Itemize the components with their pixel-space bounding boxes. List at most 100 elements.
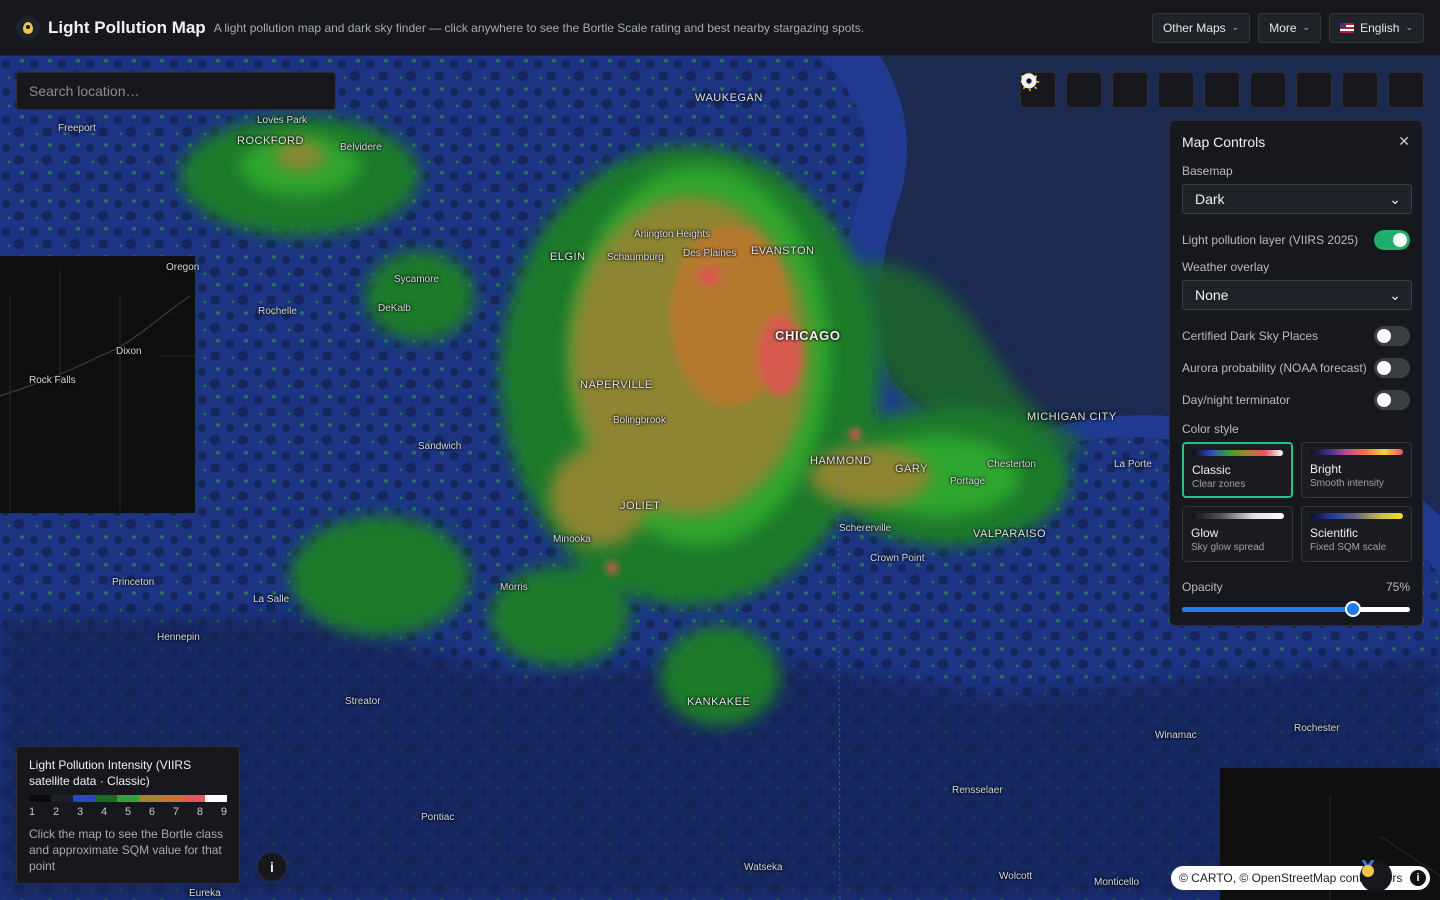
place-label: Monticello — [1094, 877, 1140, 888]
basemap-label: Basemap — [1182, 164, 1233, 178]
place-label: Oregon — [166, 262, 200, 273]
legend-swatch — [139, 795, 161, 802]
place-label: VALPARAISO — [973, 528, 1047, 540]
legend-number: 9 — [220, 806, 227, 818]
place-label: Bolingbrook — [613, 415, 666, 426]
legend-number: 2 — [52, 806, 60, 818]
legend-panel: Light Pollution Intensity (VIIRS satelli… — [16, 746, 240, 884]
place-label: ELGIN — [550, 251, 586, 263]
place-label: Morris — [500, 582, 528, 593]
place-label: Dixon — [116, 346, 142, 357]
color-style-label: Color style — [1182, 422, 1239, 436]
place-label: Arlington Heights — [634, 229, 711, 240]
place-label: Rock Falls — [29, 375, 76, 386]
chevron-down-icon: ⌄ — [1389, 190, 1401, 207]
slider-thumb[interactable] — [1345, 601, 1361, 617]
legend-number: 5 — [124, 806, 132, 818]
map-controls-panel: Map Controls ✕ Basemap Dark ⌄ Light pollu… — [1169, 120, 1423, 626]
legend-swatch — [73, 795, 95, 802]
close-icon[interactable]: ✕ — [1398, 133, 1410, 150]
place-label: Watseka — [744, 862, 783, 873]
sun-icon[interactable] — [1020, 72, 1286, 108]
place-label: La Salle — [253, 594, 290, 605]
map-toolbar — [1020, 72, 1424, 108]
legend-swatch — [29, 795, 51, 802]
search-input[interactable] — [16, 72, 336, 110]
legend-swatch — [95, 795, 117, 802]
terminator-label: Day/night terminator — [1182, 393, 1291, 407]
camera-icon[interactable] — [1022, 72, 1378, 108]
contrast-icon[interactable] — [1021, 72, 1148, 108]
clock-icon[interactable] — [1021, 72, 1332, 108]
map-canvas[interactable]: WAUKEGAN Loves Park ROCKFORD Belvidere Freep… — [0, 56, 1440, 900]
waves-icon[interactable] — [1020, 72, 1102, 108]
place-label: Streator — [345, 696, 381, 707]
app-subtitle: A light pollution map and dark sky finde… — [213, 20, 865, 35]
place-label: Hennepin — [157, 632, 200, 643]
place-label: MICHIGAN CITY — [1027, 411, 1117, 423]
place-label: ROCKFORD — [237, 135, 304, 147]
terminator-toggle[interactable] — [1374, 390, 1410, 410]
place-label: HAMMOND — [810, 455, 872, 467]
place-label: Minooka — [553, 534, 591, 545]
legend-swatch — [183, 795, 205, 802]
legend-swatch — [51, 795, 73, 802]
gradient-swatch — [1310, 449, 1403, 455]
style-card-classic[interactable]: Classic Clear zones — [1182, 442, 1293, 498]
place-label: NAPERVILLE — [580, 379, 653, 391]
legend-number: 7 — [172, 806, 180, 818]
other-maps-button[interactable]: Other Maps ⌄ — [1151, 12, 1251, 43]
place-label: Rochester — [1294, 723, 1340, 734]
style-card-bright[interactable]: Bright Smooth intensity — [1301, 442, 1412, 498]
legend-title: Light Pollution Intensity (VIIRS satelli… — [29, 758, 192, 788]
weather-select[interactable]: None ⌄ — [1182, 280, 1412, 310]
legend-swatch — [205, 795, 227, 802]
style-card-glow[interactable]: Glow Sky glow spread — [1182, 506, 1293, 562]
opacity-value: 75% — [1385, 580, 1410, 594]
place-label: Schererville — [839, 523, 892, 534]
place-label: Rochelle — [258, 306, 297, 317]
app-header: Light Pollution Map A light pollution ma… — [0, 0, 1440, 56]
color-style-grid: Classic Clear zones Bright Smooth intens… — [1182, 442, 1412, 562]
moon-icon[interactable] — [1026, 72, 1240, 108]
place-label: DeKalb — [378, 303, 411, 314]
more-button[interactable]: More ⌄ — [1258, 12, 1322, 43]
opacity-slider[interactable] — [1182, 601, 1410, 617]
gear-icon[interactable] — [1021, 72, 1424, 108]
header-nav: Other Maps ⌄ More ⌄ English ⌄ — [1151, 12, 1424, 43]
medal-icon[interactable] — [1360, 860, 1392, 892]
language-button[interactable]: English ⌄ — [1329, 12, 1424, 43]
aurora-toggle[interactable] — [1374, 358, 1410, 378]
light-layer-label: Light pollution layer (VIIRS 2025) — [1182, 233, 1359, 247]
legend-number: 6 — [148, 806, 156, 818]
info-button[interactable]: i — [257, 852, 287, 882]
chevron-down-icon: ⌄ — [1405, 22, 1413, 32]
telescope-icon[interactable] — [1022, 72, 1194, 108]
basemap-select[interactable]: Dark ⌄ — [1182, 184, 1412, 214]
style-card-scientific[interactable]: Scientific Fixed SQM scale — [1301, 506, 1412, 562]
place-label: EVANSTON — [751, 245, 815, 257]
map-pin-logo-icon — [16, 15, 40, 40]
dark-sky-toggle[interactable] — [1374, 326, 1410, 346]
chevron-down-icon: ⌄ — [1231, 22, 1240, 32]
gradient-swatch — [1191, 513, 1284, 519]
info-icon[interactable]: i — [1410, 870, 1426, 886]
gradient-swatch — [1310, 513, 1403, 519]
chevron-down-icon: ⌄ — [1389, 286, 1401, 303]
light-layer-toggle[interactable] — [1374, 230, 1410, 250]
legend-number: 1 — [29, 806, 36, 818]
place-label: Crown Point — [870, 553, 925, 564]
opacity-label: Opacity — [1182, 580, 1223, 594]
place-label: WAUKEGAN — [695, 92, 763, 104]
place-label: Rensselaer — [952, 785, 1003, 796]
place-label: KANKAKEE — [687, 696, 751, 708]
place-label: Winamac — [1155, 730, 1197, 741]
legend-swatch — [117, 795, 139, 802]
place-label: CHICAGO — [775, 328, 841, 343]
dark-sky-label: Certified Dark Sky Places — [1182, 329, 1319, 343]
weather-label: Weather overlay — [1182, 260, 1270, 274]
place-label: GARY — [895, 463, 928, 475]
place-label: Chesterton — [987, 459, 1036, 470]
legend-number: 3 — [76, 806, 84, 818]
place-label: Sandwich — [418, 441, 462, 452]
